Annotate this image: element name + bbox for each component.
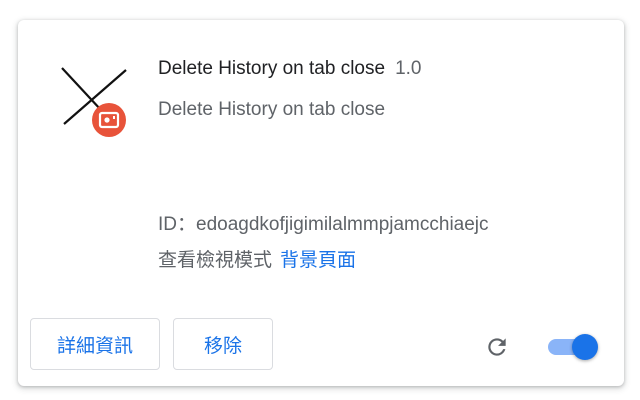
extension-id-value: edoagdkofjigimilalmmpjamcchiaejc	[196, 214, 489, 235]
extension-description: Delete History on tab close	[158, 99, 386, 120]
toggle-knob	[572, 334, 598, 360]
inspect-views-row: 查看檢視模式 背景頁面	[158, 245, 356, 272]
extension-name: Delete History on tab close	[158, 58, 386, 79]
recorder-badge-icon	[91, 102, 127, 138]
remove-button[interactable]: 移除	[173, 318, 273, 370]
inspect-views-label: 查看檢視模式	[158, 250, 273, 271]
details-button[interactable]: 詳細資訊	[30, 318, 160, 370]
extension-title-row: Delete History on tab close 1.0	[158, 58, 421, 80]
extension-id-row: ID：edoagdkofjigimilalmmpjamcchiaejc	[158, 209, 489, 236]
enable-toggle[interactable]	[546, 332, 598, 360]
reload-icon[interactable]	[484, 334, 510, 360]
background-page-link[interactable]: 背景頁面	[280, 250, 356, 271]
extension-card: Delete History on tab close 1.0 Delete Hi…	[18, 20, 624, 386]
extension-version: 1.0	[395, 58, 422, 79]
extension-id-label: ID：	[158, 214, 197, 235]
